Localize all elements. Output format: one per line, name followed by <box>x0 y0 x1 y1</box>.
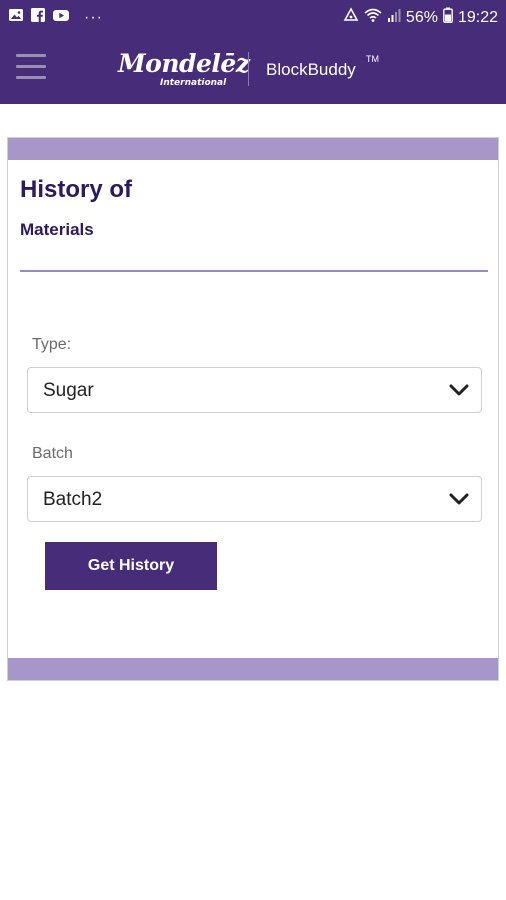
signal-icon <box>387 7 401 28</box>
chevron-down-icon <box>449 383 469 397</box>
brand-logo: Mondelēz International <box>118 49 250 88</box>
clock-time: 19:22 <box>457 8 498 26</box>
page-subtitle: Materials <box>20 220 94 239</box>
alarm-icon <box>343 7 359 28</box>
type-select[interactable]: Sugar <box>27 367 482 413</box>
hamburger-line <box>16 65 46 68</box>
chevron-down-icon <box>449 492 469 506</box>
hamburger-line <box>16 76 46 79</box>
app-name: BlockBuddy <box>266 60 356 79</box>
status-bar: ··· 56% 19:22 <box>0 0 506 34</box>
status-bar-right: 56% 19:22 <box>343 7 498 28</box>
image-icon <box>8 7 24 28</box>
battery-icon <box>443 7 453 28</box>
history-card: History of Materials Type: Sugar Batch B… <box>7 137 499 681</box>
card-footer-band <box>8 658 498 680</box>
youtube-icon <box>52 7 70 28</box>
status-bar-left: ··· <box>8 7 103 28</box>
get-history-button[interactable]: Get History <box>45 542 217 590</box>
trademark-symbol: TM <box>366 54 379 64</box>
wifi-icon <box>364 7 382 28</box>
type-select-value: Sugar <box>43 380 94 401</box>
brand-logo-main: Mondelēz <box>118 49 250 78</box>
type-label: Type: <box>32 336 72 353</box>
batch-label: Batch <box>32 445 73 462</box>
menu-hamburger-icon[interactable] <box>16 54 46 82</box>
batch-select-value: Batch2 <box>43 489 103 510</box>
header-divider <box>248 52 249 86</box>
card-header-band <box>8 138 498 160</box>
facebook-icon <box>30 7 46 28</box>
battery-percent: 56% <box>405 8 438 26</box>
app-bar: Mondelēz International BlockBuddy TM <box>0 34 506 104</box>
brand-logo-sub: International <box>160 78 227 88</box>
page-title: History of <box>20 176 133 203</box>
batch-select[interactable]: Batch2 <box>27 476 482 522</box>
more-dots-icon: ··· <box>84 8 103 26</box>
title-divider <box>20 270 488 272</box>
hamburger-line <box>16 54 46 57</box>
